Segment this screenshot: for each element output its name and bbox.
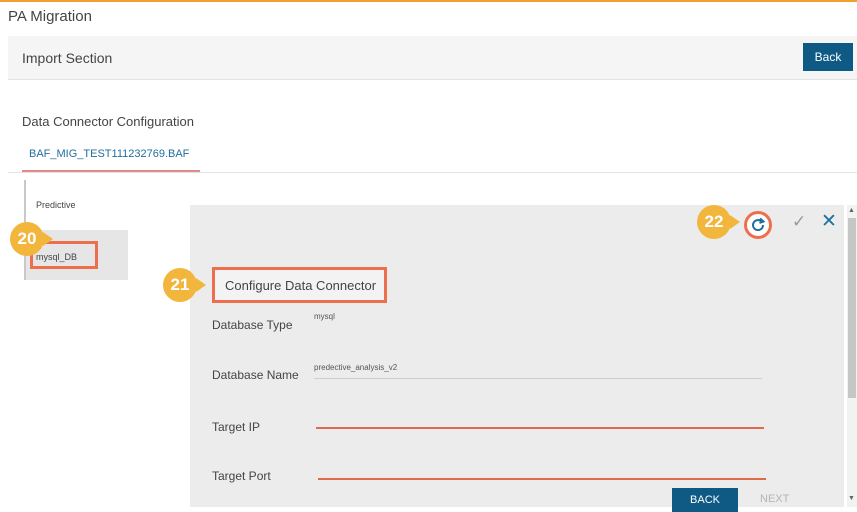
configure-panel bbox=[190, 205, 844, 507]
back-step-button[interactable]: BACK bbox=[672, 488, 738, 512]
scroll-down-arrow-icon[interactable]: ▼ bbox=[848, 495, 855, 502]
callout-badge-21: 21 bbox=[163, 268, 206, 302]
import-section-bar: Import Section Back bbox=[8, 36, 857, 80]
top-accent-line bbox=[0, 0, 857, 2]
configure-heading: Configure Data Connector bbox=[225, 278, 377, 293]
target-ip-underline bbox=[316, 427, 764, 429]
next-step-button[interactable]: NEXT bbox=[760, 493, 789, 505]
database-type-label: Database Type bbox=[212, 318, 293, 332]
refresh-button[interactable] bbox=[744, 211, 772, 239]
tab-baf-file[interactable]: BAF_MIG_TEST111232769.BAF bbox=[22, 144, 200, 172]
app-title: PA Migration bbox=[8, 8, 92, 25]
database-type-value: mysql bbox=[314, 312, 335, 321]
scroll-up-arrow-icon[interactable]: ▲ bbox=[848, 207, 855, 214]
callout-badge-22: 22 bbox=[697, 205, 740, 239]
database-name-field[interactable]: predective_analysis_v2 bbox=[314, 363, 397, 372]
database-name-label: Database Name bbox=[212, 368, 299, 382]
back-button[interactable]: Back bbox=[803, 43, 853, 71]
scrollbar-thumb[interactable] bbox=[848, 218, 856, 398]
import-section-title: Import Section bbox=[22, 50, 113, 66]
tab-divider bbox=[8, 172, 857, 173]
close-icon[interactable]: ✕ bbox=[821, 210, 837, 233]
target-port-label: Target Port bbox=[212, 469, 271, 483]
check-icon[interactable]: ✓ bbox=[792, 212, 806, 232]
sidebar-item-predictive[interactable]: Predictive bbox=[26, 180, 128, 228]
data-connector-config-title: Data Connector Configuration bbox=[22, 114, 194, 129]
database-name-underline bbox=[314, 378, 762, 379]
refresh-icon bbox=[752, 217, 766, 232]
callout-badge-20: 20 bbox=[10, 222, 53, 256]
target-port-underline bbox=[318, 478, 766, 480]
target-ip-label: Target IP bbox=[212, 420, 261, 434]
